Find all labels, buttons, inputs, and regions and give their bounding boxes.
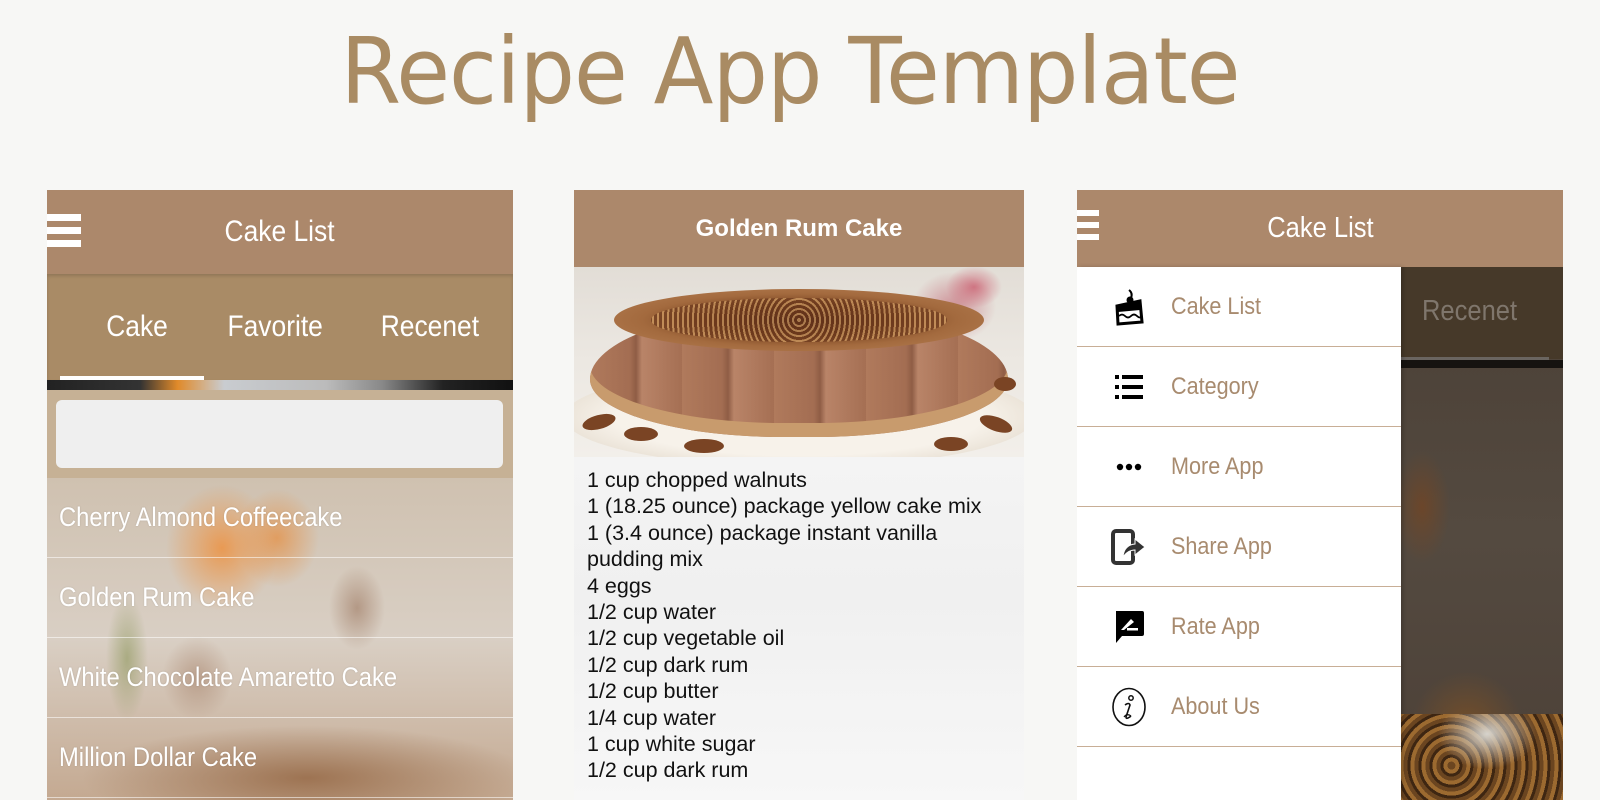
recipe-detail-screen: Golden Rum Cake 1 cup chopped walnuts 1 … xyxy=(574,190,1024,800)
drawer-item-label: Rate App xyxy=(1171,612,1260,640)
tab-label: Recenet xyxy=(380,310,480,343)
cake-icon xyxy=(1077,288,1171,326)
drawer-item-category[interactable]: Category xyxy=(1077,347,1401,427)
dimmed-cake-image xyxy=(1377,714,1563,800)
ingredient: 1/2 cup vegetable oil xyxy=(587,626,785,651)
tab-label: Favorite xyxy=(227,310,324,343)
app-bar-title: Cake List xyxy=(1266,212,1374,244)
drawer-item-label: More App xyxy=(1171,452,1264,480)
navigation-drawer: Cake List Category More App Share App Ra… xyxy=(1077,267,1401,800)
cake-name: Cherry Almond Coffeecake xyxy=(59,502,343,532)
drawer-item-label: Share App xyxy=(1171,532,1272,560)
hamburger-menu-icon[interactable] xyxy=(1077,210,1099,244)
search-bar xyxy=(47,390,513,478)
search-input[interactable] xyxy=(56,400,503,468)
tab-label: Cake xyxy=(106,310,169,343)
more-dots-icon xyxy=(1077,463,1171,471)
ingredient: 1 cup white sugar xyxy=(587,732,756,757)
tab-recent[interactable]: Recenet xyxy=(347,274,513,380)
ingredients-list: 1 cup chopped walnuts 1 (18.25 ounce) pa… xyxy=(574,457,1024,800)
tab-bar: Cake Favorite Recenet xyxy=(47,274,513,380)
drawer-item-label: Category xyxy=(1171,372,1259,400)
ingredient: 1 (18.25 ounce) package yellow cake mix xyxy=(587,494,982,519)
list-item[interactable]: Million Dollar Cake xyxy=(47,718,513,798)
cake-list-screen: Cake List Cake Favorite Recenet Cherry A… xyxy=(47,190,513,800)
recipe-title-bar: Golden Rum Cake xyxy=(574,190,1024,267)
drawer-item-cake-list[interactable]: Cake List xyxy=(1077,267,1401,347)
cake-name: White Chocolate Amaretto Cake xyxy=(59,662,398,692)
drawer-item-label: About Us xyxy=(1171,692,1260,720)
list-icon xyxy=(1077,374,1171,400)
tab-favorite[interactable]: Favorite xyxy=(204,274,347,380)
app-bar-title: Cake List xyxy=(224,215,336,248)
cake-name: Million Dollar Cake xyxy=(59,742,258,772)
list-item[interactable]: White Chocolate Amaretto Cake xyxy=(47,638,513,718)
ingredient: 1/2 cup butter xyxy=(587,679,719,704)
image-strip xyxy=(47,380,513,390)
app-bar: Cake List xyxy=(1077,190,1563,267)
rate-icon xyxy=(1077,610,1171,644)
cake-list: Cherry Almond Coffeecake Golden Rum Cake… xyxy=(47,478,513,798)
cake-name: Golden Rum Cake xyxy=(59,582,255,612)
ingredient: 1/4 cup water xyxy=(587,705,717,730)
drawer-item-rate-app[interactable]: Rate App xyxy=(1077,587,1401,667)
list-item[interactable]: Cherry Almond Coffeecake xyxy=(47,478,513,558)
ingredient: 4 eggs xyxy=(587,573,652,598)
recipe-title: Golden Rum Cake xyxy=(695,214,903,242)
dimmed-strip xyxy=(1377,360,1563,368)
page-title: Recipe App Template xyxy=(340,18,1240,125)
ingredient: pudding mix xyxy=(587,547,703,572)
cake-photo xyxy=(574,267,1024,457)
ingredient: 1/2 cup water xyxy=(587,600,717,625)
ingredient: 1/2 cup dark rum xyxy=(587,652,749,677)
tab-recent: Recenet xyxy=(1422,295,1518,327)
drawer-item-share-app[interactable]: Share App xyxy=(1077,507,1401,587)
drawer-item-label: Cake List xyxy=(1171,292,1262,320)
ingredient: 1 (3.4 ounce) package instant vanilla xyxy=(587,520,938,545)
drawer-item-more-app[interactable]: More App xyxy=(1077,427,1401,507)
hamburger-menu-icon[interactable] xyxy=(47,214,81,248)
drawer-screen: Recenet Cake List Cake List Category Mor… xyxy=(1077,190,1563,800)
ingredient: 1/2 cup dark rum xyxy=(587,758,749,783)
drawer-item-about-us[interactable]: About Us xyxy=(1077,667,1401,747)
ingredient: 1 cup chopped walnuts xyxy=(587,468,807,492)
app-bar: Cake List xyxy=(47,190,513,274)
tab-cake[interactable]: Cake xyxy=(47,274,204,380)
share-icon xyxy=(1077,528,1171,565)
info-icon xyxy=(1077,687,1171,727)
list-item[interactable]: Golden Rum Cake xyxy=(47,558,513,638)
